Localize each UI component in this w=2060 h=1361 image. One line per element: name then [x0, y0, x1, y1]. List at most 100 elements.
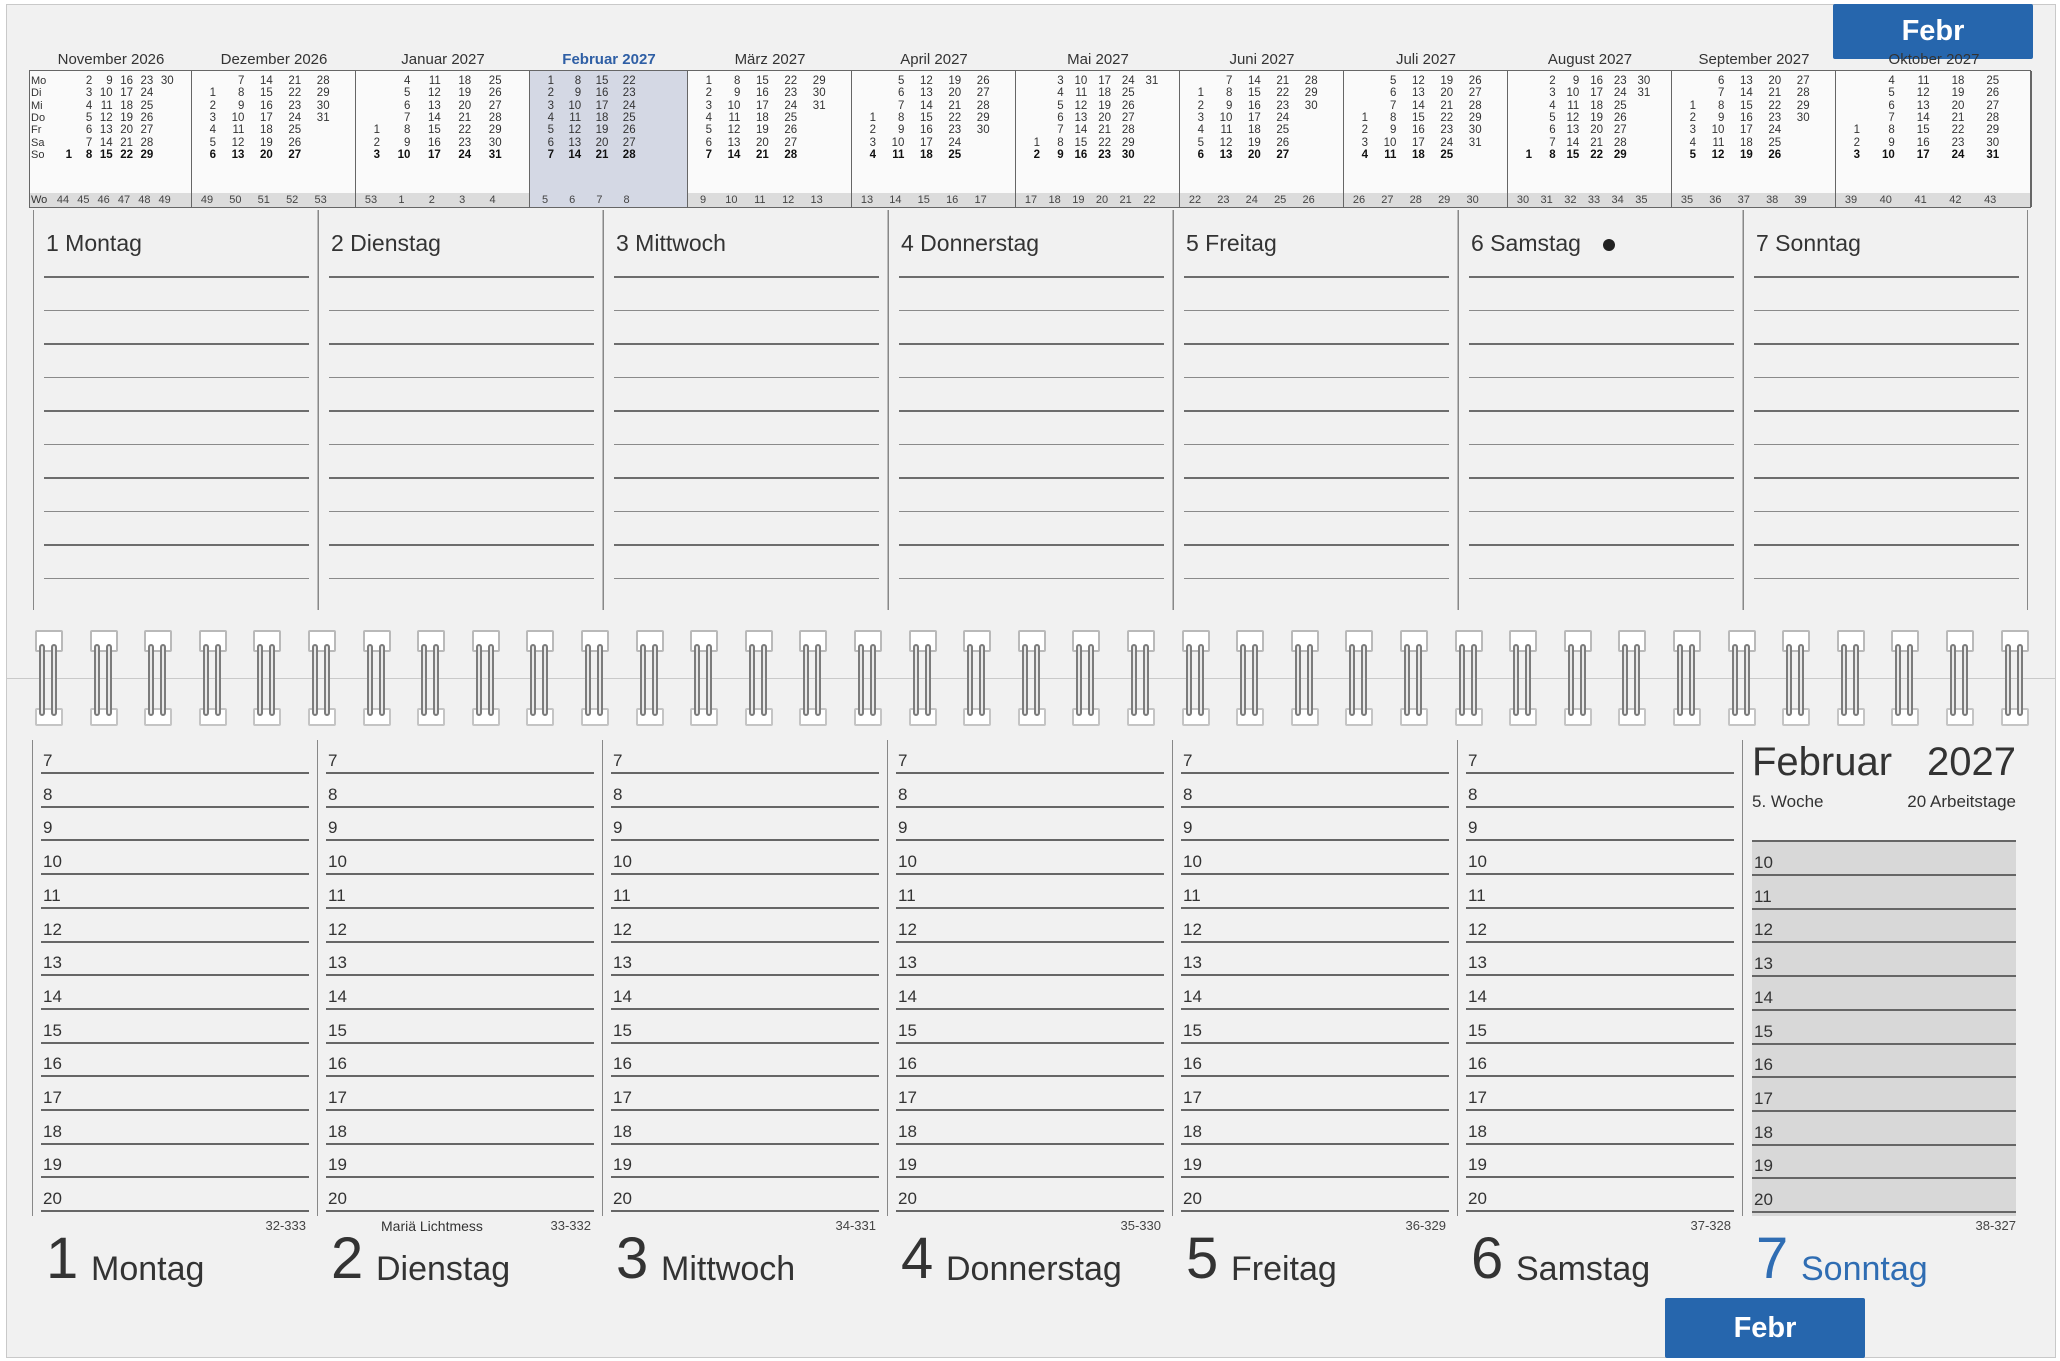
calendar-day[interactable]: 16 [753, 87, 769, 99]
calendar-day[interactable]: 3 [1188, 112, 1204, 124]
hour-row[interactable]: 16 [1752, 1044, 2016, 1079]
hour-row[interactable]: 18 [896, 1111, 1164, 1145]
calendar-day[interactable]: 1 [860, 112, 876, 124]
month-heading[interactable]: Februar 2027 [530, 51, 688, 68]
calendar-day[interactable]: 26 [1611, 112, 1627, 124]
calendar-day[interactable]: 10 [1879, 149, 1895, 161]
calendar-day[interactable]: 28 [1983, 112, 1999, 124]
bottom-day-column[interactable]: 7 8 9 10 11 12 13 14 15 16 17 18 19 20 [1457, 740, 1742, 1216]
calendar-day[interactable]: 17 [753, 100, 769, 112]
calendar-day[interactable]: 28 [1466, 100, 1482, 112]
calendar-day[interactable]: 17 [592, 100, 609, 112]
calendar-day[interactable]: 19 [1948, 87, 1965, 99]
day-footer[interactable]: 32-333 1 Montag [36, 1218, 314, 1288]
calendar-day[interactable]: 5 [1540, 112, 1555, 124]
calendar-day[interactable]: 11 [565, 112, 581, 124]
calendar-day[interactable]: 13 [228, 149, 245, 161]
hour-row[interactable]: 11 [896, 875, 1164, 909]
calendar-day[interactable]: 5 [696, 124, 712, 136]
calendar-day[interactable]: 9 [1879, 137, 1894, 149]
calendar-day[interactable]: 24 [1765, 124, 1781, 136]
calendar-day[interactable]: 26 [620, 124, 636, 136]
calendar-day[interactable]: 30 [974, 124, 990, 136]
calendar-day[interactable]: 22 [1587, 149, 1603, 161]
calendar-day[interactable]: 12 [1071, 100, 1088, 112]
calendar-day[interactable]: 6 [1540, 124, 1555, 136]
hour-row[interactable]: 16 [611, 1043, 879, 1078]
calendar-day[interactable]: 16 [1245, 100, 1261, 112]
calendar-day[interactable]: 14 [1071, 124, 1088, 136]
calendar-day[interactable]: 3 [860, 137, 876, 149]
hour-row[interactable]: 18 [41, 1111, 309, 1145]
calendar-day[interactable]: 19 [1737, 149, 1753, 161]
calendar-day[interactable]: 28 [974, 100, 990, 112]
calendar-day[interactable]: 25 [1765, 137, 1781, 149]
calendar-day[interactable]: 30 [486, 137, 502, 149]
calendar-day[interactable]: 17 [917, 137, 933, 149]
calendar-day[interactable]: 5 [76, 112, 92, 124]
calendar-day[interactable]: 27 [1119, 112, 1135, 124]
calendar-day[interactable]: 12 [1708, 149, 1725, 161]
calendar-day[interactable]: 7 [228, 75, 244, 87]
hour-row[interactable]: 10 [1181, 841, 1449, 876]
hour-row[interactable]: 16 [896, 1043, 1164, 1078]
calendar-day[interactable]: 9 [394, 137, 410, 149]
calendar-day[interactable]: 2 [364, 137, 380, 149]
hour-row[interactable]: 7 [1181, 740, 1449, 774]
hour-row[interactable]: 10 [896, 841, 1164, 876]
calendar-day[interactable]: 24 [137, 87, 154, 99]
calendar-day[interactable]: 17 [1737, 124, 1753, 136]
top-day-column[interactable]: 4 Donnerstag [888, 210, 1173, 610]
calendar-day[interactable]: 27 [620, 137, 636, 149]
calendar-day[interactable]: 6 [1048, 112, 1063, 124]
hour-row[interactable]: 9 [326, 807, 594, 842]
hour-row[interactable]: 17 [1752, 1078, 2016, 1112]
calendar-day[interactable]: 14 [1914, 112, 1930, 124]
calendar-day[interactable]: 3 [696, 100, 712, 112]
calendar-day[interactable]: 24 [781, 100, 797, 112]
calendar-day[interactable]: 5 [1048, 100, 1063, 112]
hour-row[interactable]: 9 [41, 807, 309, 842]
calendar-day[interactable]: 14 [425, 112, 441, 124]
calendar-day[interactable]: 12 [1216, 137, 1233, 149]
calendar-day[interactable]: 13 [917, 87, 933, 99]
calendar-day[interactable]: 14 [1245, 75, 1261, 87]
top-day-column[interactable]: 5 Freitag [1173, 210, 1458, 610]
calendar-day[interactable]: 10 [1563, 87, 1580, 99]
calendar-day[interactable]: 11 [1216, 124, 1232, 136]
calendar-day[interactable]: 16 [1587, 75, 1603, 87]
calendar-day[interactable]: 20 [1245, 149, 1261, 161]
hour-row[interactable]: 18 [1466, 1111, 1734, 1145]
calendar-day[interactable]: 17 [425, 149, 441, 161]
calendar-day[interactable]: 2 [1188, 100, 1204, 112]
calendar-day[interactable]: 20 [1095, 112, 1111, 124]
hour-row[interactable]: 16 [1181, 1043, 1449, 1078]
calendar-day[interactable]: 24 [945, 137, 961, 149]
calendar-day[interactable]: 1 [1516, 149, 1532, 161]
calendar-day[interactable]: 29 [1302, 87, 1318, 99]
calendar-day[interactable]: 26 [285, 137, 301, 149]
calendar-day[interactable]: 26 [1983, 87, 1999, 99]
hour-row[interactable]: 9 [1466, 807, 1734, 842]
calendar-day[interactable]: 7 [1708, 87, 1724, 99]
calendar-day[interactable]: 10 [228, 112, 245, 124]
calendar-day[interactable]: 27 [137, 124, 154, 136]
calendar-day[interactable]: 4 [538, 112, 554, 124]
calendar-day[interactable]: 28 [314, 75, 330, 87]
calendar-day[interactable]: 12 [97, 112, 113, 124]
calendar-day[interactable]: 31 [810, 100, 826, 112]
calendar-day[interactable]: 24 [620, 100, 636, 112]
calendar-day[interactable]: 1 [696, 75, 712, 87]
calendar-day[interactable]: 30 [1302, 100, 1318, 112]
hour-row[interactable]: 8 [896, 774, 1164, 808]
calendar-day[interactable]: 19 [455, 87, 471, 99]
calendar-day[interactable]: 8 [228, 87, 244, 99]
calendar-day[interactable]: 29 [1794, 100, 1810, 112]
calendar-day[interactable]: 28 [781, 149, 797, 161]
calendar-day[interactable]: 18 [1409, 149, 1425, 161]
hour-row[interactable]: 20 [1181, 1178, 1449, 1213]
calendar-day[interactable]: 23 [1948, 137, 1965, 149]
calendar-day[interactable]: 9 [888, 124, 904, 136]
calendar-day[interactable]: 29 [810, 75, 826, 87]
calendar-day[interactable]: 12 [565, 124, 581, 136]
